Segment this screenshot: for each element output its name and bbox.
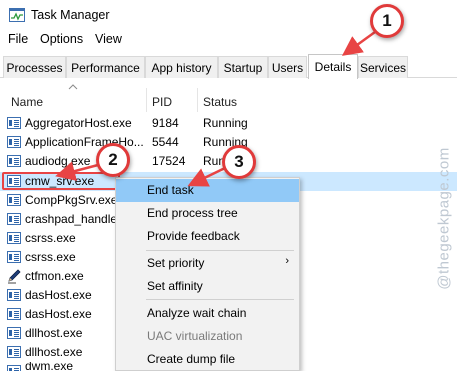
callout-badge-3: 3 xyxy=(222,145,256,179)
process-icon xyxy=(7,308,21,320)
menu-set-priority-label: Set priority xyxy=(147,256,205,270)
menu-view[interactable]: View xyxy=(95,32,122,46)
process-pid: 9184 xyxy=(152,116,179,130)
process-icon xyxy=(7,346,21,358)
tab-processes[interactable]: Processes xyxy=(3,56,66,78)
process-name: ApplicationFrameHo... xyxy=(25,135,144,149)
process-icon xyxy=(7,117,21,129)
process-name: dwm.exe xyxy=(25,362,74,371)
column-divider[interactable] xyxy=(197,88,198,112)
menu-set-affinity[interactable]: Set affinity xyxy=(116,275,299,298)
watermark: @thegeekpage.com xyxy=(435,147,453,290)
process-pid: 17524 xyxy=(152,154,186,168)
menu-separator xyxy=(146,250,294,251)
process-name: AggregatorHost.exe xyxy=(25,116,132,130)
process-name: dllhost.exe xyxy=(25,326,83,340)
pen-icon xyxy=(8,269,21,284)
callout-badge-1: 1 xyxy=(370,4,404,38)
menu-options[interactable]: Options xyxy=(40,32,83,46)
menu-create-dump-file[interactable]: Create dump file xyxy=(116,348,299,371)
column-header-name[interactable]: Name xyxy=(11,95,43,109)
process-name: dasHost.exe xyxy=(25,307,92,321)
tab-strip: Processes Performance App history Startu… xyxy=(0,54,457,79)
tab-startup[interactable]: Startup xyxy=(218,56,268,78)
menu-file[interactable]: File xyxy=(8,32,28,46)
process-icon xyxy=(7,155,21,167)
arrow-to-details-tab xyxy=(341,30,376,56)
process-icon xyxy=(7,136,21,148)
process-status: Running xyxy=(203,116,248,130)
chevron-right-icon: › xyxy=(285,255,289,267)
process-name: CompPkgSrv.exe xyxy=(25,193,118,207)
tab-performance[interactable]: Performance xyxy=(66,56,145,78)
menu-separator xyxy=(146,299,294,300)
context-menu: End task End process tree Provide feedba… xyxy=(115,177,300,371)
process-name: csrss.exe xyxy=(25,231,76,245)
process-icon xyxy=(7,365,21,371)
process-icon xyxy=(7,232,21,244)
process-name: dasHost.exe xyxy=(25,288,92,302)
process-name: audiodg.exe xyxy=(25,154,91,168)
process-name: ctfmon.exe xyxy=(25,269,84,283)
process-icon xyxy=(7,251,21,263)
process-icon xyxy=(7,289,21,301)
callout-badge-2: 2 xyxy=(96,143,130,177)
menu-uac-virtualization: UAC virtualization xyxy=(147,329,243,343)
table-row[interactable]: AggregatorHost.exe 9184 Running xyxy=(0,114,457,133)
selection-highlight-box xyxy=(2,172,120,190)
tab-app-history[interactable]: App history xyxy=(145,56,218,78)
tab-details[interactable]: Details xyxy=(308,54,358,79)
window-title: Task Manager xyxy=(31,8,110,22)
menu-analyze-wait-chain[interactable]: Analyze wait chain xyxy=(116,302,299,325)
menu-provide-feedback[interactable]: Provide feedback xyxy=(116,225,299,248)
process-icon xyxy=(7,327,21,339)
sort-ascending-icon xyxy=(68,84,78,90)
column-header-status[interactable]: Status xyxy=(203,95,237,109)
menu-set-priority[interactable]: Set priority › xyxy=(116,252,299,275)
tab-services[interactable]: Services xyxy=(358,56,408,78)
process-name: dllhost.exe xyxy=(25,345,83,359)
process-icon xyxy=(7,213,21,225)
column-divider[interactable] xyxy=(146,88,147,112)
column-header-pid[interactable]: PID xyxy=(152,95,172,109)
process-name: csrss.exe xyxy=(25,250,76,264)
task-manager-icon xyxy=(9,8,25,22)
tab-users[interactable]: Users xyxy=(268,56,307,78)
process-icon xyxy=(7,194,21,206)
process-pid: 5544 xyxy=(152,135,179,149)
menu-end-process-tree[interactable]: End process tree xyxy=(116,202,299,225)
menu-end-task[interactable]: End task xyxy=(116,179,299,202)
